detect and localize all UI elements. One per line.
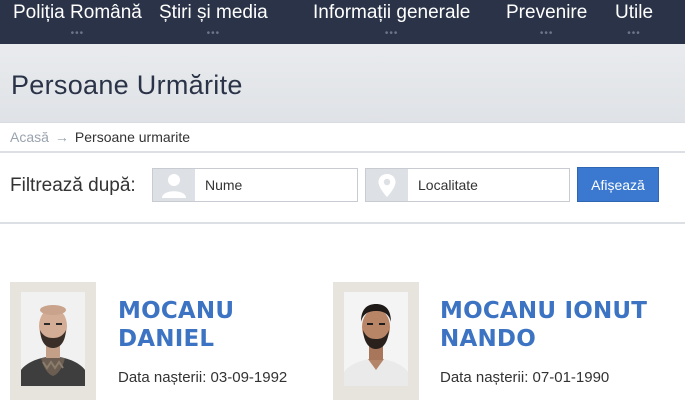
locality-input[interactable] bbox=[408, 169, 569, 201]
person-name-line1[interactable]: MOCANU bbox=[118, 297, 234, 325]
nav-item-informatii-generale[interactable]: Informații generale ••• bbox=[313, 0, 470, 44]
nav-dots: ••• bbox=[206, 28, 221, 39]
top-navigation: Poliția Română ••• Știri și media ••• In… bbox=[0, 0, 685, 44]
divider bbox=[0, 222, 685, 224]
nav-item-label: Poliția Română bbox=[13, 2, 142, 23]
nav-item-label: Utile bbox=[615, 2, 654, 23]
location-pin-icon bbox=[366, 169, 408, 201]
birth-date-value: 07-01-1990 bbox=[532, 369, 610, 386]
show-results-button[interactable]: Afișează bbox=[577, 167, 659, 202]
person-name-line2[interactable]: DANIEL bbox=[118, 325, 214, 353]
name-filter-field bbox=[152, 168, 358, 202]
nav-item-utile[interactable]: Utile ••• bbox=[615, 0, 653, 44]
nav-item-politia-romana[interactable]: Poliția Română ••• bbox=[13, 0, 142, 44]
person-birth-date: Data nașterii: 03-09-1992 bbox=[118, 369, 287, 386]
nav-dots: ••• bbox=[70, 28, 85, 39]
nav-dots: ••• bbox=[627, 28, 641, 39]
nav-item-label: Prevenire bbox=[506, 2, 588, 23]
page-title: Persoane Urmărite bbox=[11, 70, 243, 100]
person-name-line2[interactable]: NANDO bbox=[440, 325, 536, 353]
breadcrumb-arrow-icon: → bbox=[54, 129, 69, 145]
person-photo bbox=[344, 292, 408, 386]
user-icon bbox=[153, 169, 195, 201]
filter-label: Filtrează după: bbox=[10, 175, 136, 196]
breadcrumb-home-link[interactable]: Acasă bbox=[10, 129, 49, 145]
person-photo-frame[interactable] bbox=[333, 282, 419, 400]
nav-dots: ••• bbox=[539, 28, 554, 39]
divider bbox=[0, 151, 685, 153]
person-birth-date: Data nașterii: 07-01-1990 bbox=[440, 369, 609, 386]
birth-date-label: Data nașterii: bbox=[118, 369, 207, 386]
nav-item-stiri-si-media[interactable]: Știri și media ••• bbox=[159, 0, 268, 44]
locality-filter-field bbox=[365, 168, 570, 202]
breadcrumb-current: Persoane urmarite bbox=[74, 129, 191, 145]
name-input[interactable] bbox=[195, 169, 357, 201]
nav-item-label: Informații generale bbox=[313, 2, 471, 23]
breadcrumb: Acasă → Persoane urmarite bbox=[10, 128, 190, 146]
nav-item-prevenire[interactable]: Prevenire ••• bbox=[506, 0, 587, 44]
birth-date-value: 03-09-1992 bbox=[210, 369, 288, 386]
divider bbox=[0, 122, 685, 123]
person-name-line1[interactable]: MOCANU IONUT bbox=[440, 297, 647, 325]
person-photo-frame[interactable] bbox=[10, 282, 96, 400]
nav-item-label: Știri și media bbox=[159, 2, 268, 23]
person-photo bbox=[21, 292, 85, 386]
birth-date-label: Data nașterii: bbox=[440, 369, 529, 386]
nav-dots: ••• bbox=[384, 28, 399, 39]
